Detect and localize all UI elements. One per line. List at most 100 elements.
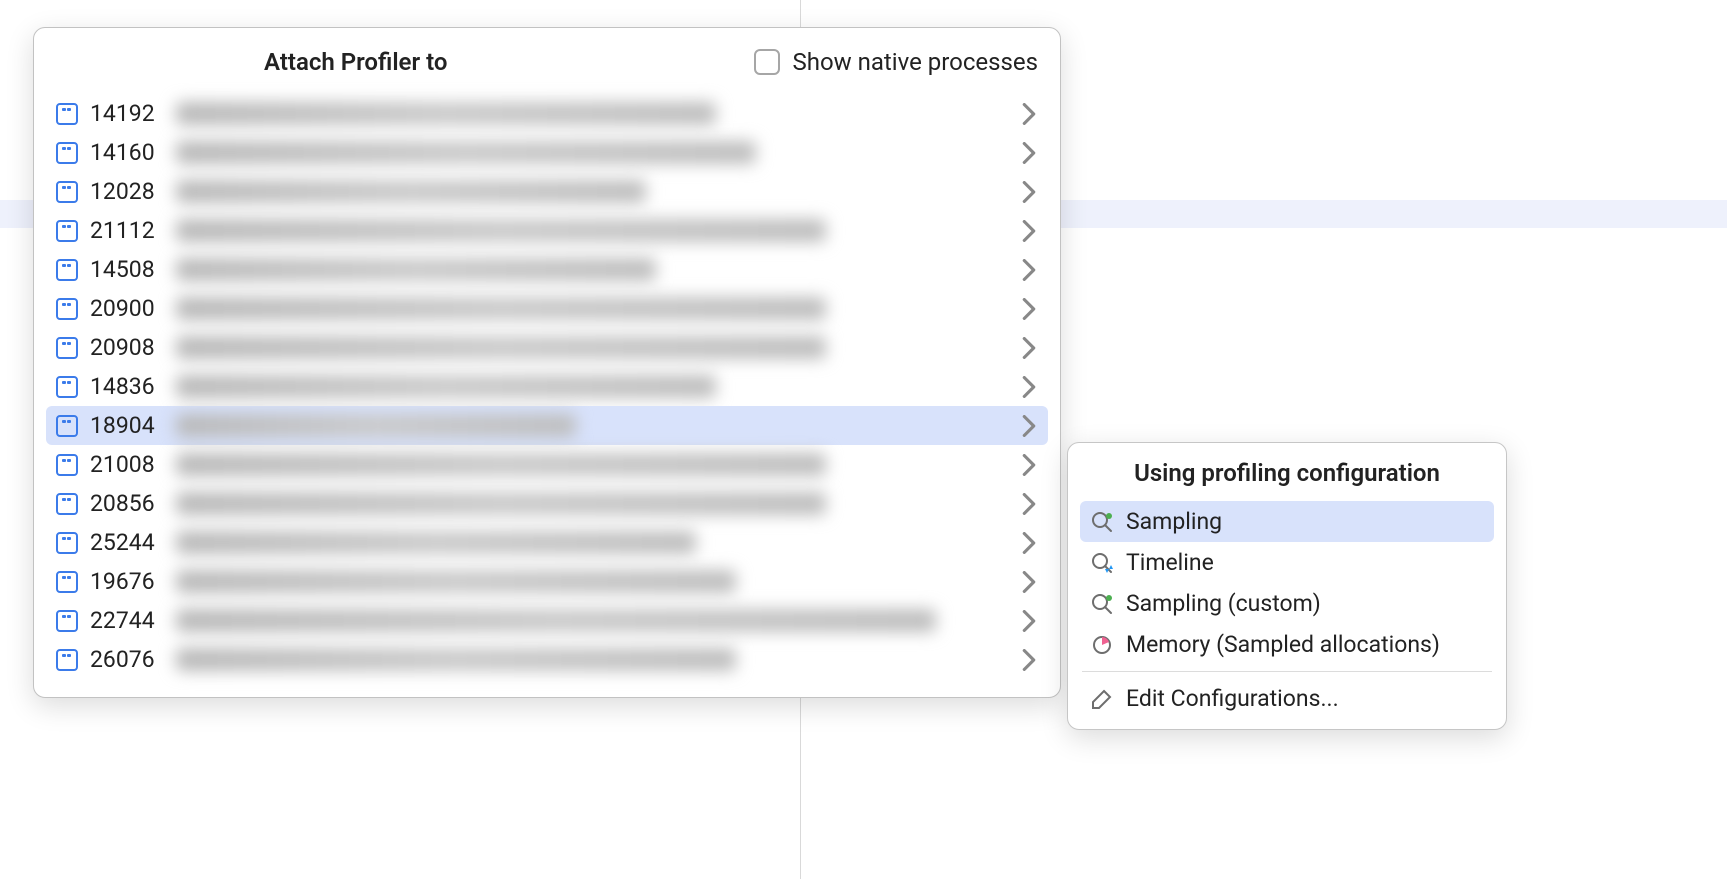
process-name-blurred xyxy=(176,102,716,125)
chevron-right-icon xyxy=(1022,220,1036,242)
process-name-blurred xyxy=(176,258,656,281)
process-name-blurred xyxy=(176,141,756,164)
process-pid: 21008 xyxy=(90,451,164,478)
process-name-blurred xyxy=(176,336,826,359)
process-pid: 14508 xyxy=(90,256,164,283)
process-row[interactable]: 12028 xyxy=(46,172,1048,211)
process-row[interactable]: 21008 xyxy=(46,445,1048,484)
chevron-right-icon xyxy=(1022,103,1036,125)
memory-icon xyxy=(1090,633,1114,657)
chevron-right-icon xyxy=(1022,376,1036,398)
process-pid: 19676 xyxy=(90,568,164,595)
process-pid: 12028 xyxy=(90,178,164,205)
process-pid: 18904 xyxy=(90,412,164,439)
process-row[interactable]: 26076 xyxy=(46,640,1048,679)
chevron-right-icon xyxy=(1022,493,1036,515)
config-option-sampling[interactable]: Sampling xyxy=(1080,501,1494,542)
process-row[interactable]: 20856 xyxy=(46,484,1048,523)
process-icon xyxy=(56,571,78,593)
config-option-label: Timeline xyxy=(1126,549,1214,576)
pencil-icon xyxy=(1090,687,1114,711)
process-name-blurred xyxy=(176,219,826,242)
process-pid: 21112 xyxy=(90,217,164,244)
config-option-memory-sampled-allocations-[interactable]: Memory (Sampled allocations) xyxy=(1080,624,1494,665)
popup-title: Attach Profiler to xyxy=(264,48,447,76)
process-row[interactable]: 19676 xyxy=(46,562,1048,601)
process-row[interactable]: 14192 xyxy=(46,94,1048,133)
show-native-checkbox[interactable]: Show native processes xyxy=(754,48,1038,76)
process-name-blurred xyxy=(176,531,696,554)
process-row[interactable]: 18904 xyxy=(46,406,1048,445)
process-pid: 26076 xyxy=(90,646,164,673)
process-name-blurred xyxy=(176,570,736,593)
process-row[interactable]: 14836 xyxy=(46,367,1048,406)
config-popup-title: Using profiling configuration xyxy=(1068,459,1506,501)
config-option-label: Memory (Sampled allocations) xyxy=(1126,631,1440,658)
process-pid: 20856 xyxy=(90,490,164,517)
process-icon xyxy=(56,376,78,398)
process-name-blurred xyxy=(176,297,826,320)
process-icon xyxy=(56,649,78,671)
process-icon xyxy=(56,181,78,203)
process-row[interactable]: 20908 xyxy=(46,328,1048,367)
chevron-right-icon xyxy=(1022,415,1036,437)
process-icon xyxy=(56,220,78,242)
process-pid: 14836 xyxy=(90,373,164,400)
process-icon xyxy=(56,142,78,164)
process-pid: 20900 xyxy=(90,295,164,322)
sampling-icon xyxy=(1090,592,1114,616)
process-pid: 22744 xyxy=(90,607,164,634)
config-option-label: Sampling xyxy=(1126,508,1222,535)
process-list: 14192 14160 12028 21112 14508 20900 20908 14836… xyxy=(34,90,1060,679)
checkbox-icon xyxy=(754,49,780,75)
process-pid: 14160 xyxy=(90,139,164,166)
process-icon xyxy=(56,103,78,125)
process-row[interactable]: 14508 xyxy=(46,250,1048,289)
config-option-timeline[interactable]: Timeline xyxy=(1080,542,1494,583)
process-pid: 14192 xyxy=(90,100,164,127)
process-name-blurred xyxy=(176,414,576,437)
process-row[interactable]: 14160 xyxy=(46,133,1048,172)
process-row[interactable]: 21112 xyxy=(46,211,1048,250)
config-footer: Edit Configurations... xyxy=(1068,678,1506,719)
sampling-icon xyxy=(1090,510,1114,534)
process-icon xyxy=(56,493,78,515)
edit-configurations-label: Edit Configurations... xyxy=(1126,685,1339,712)
process-name-blurred xyxy=(176,453,826,476)
chevron-right-icon xyxy=(1022,571,1036,593)
process-name-blurred xyxy=(176,648,736,671)
popup-header: Attach Profiler to Show native processes xyxy=(34,48,1060,90)
chevron-right-icon xyxy=(1022,649,1036,671)
process-icon xyxy=(56,298,78,320)
process-pid: 25244 xyxy=(90,529,164,556)
process-name-blurred xyxy=(176,609,936,632)
show-native-label: Show native processes xyxy=(792,48,1038,76)
timeline-icon xyxy=(1090,551,1114,575)
chevron-right-icon xyxy=(1022,259,1036,281)
chevron-right-icon xyxy=(1022,610,1036,632)
chevron-right-icon xyxy=(1022,181,1036,203)
process-row[interactable]: 25244 xyxy=(46,523,1048,562)
process-icon xyxy=(56,259,78,281)
chevron-right-icon xyxy=(1022,454,1036,476)
config-option-label: Sampling (custom) xyxy=(1126,590,1321,617)
process-icon xyxy=(56,337,78,359)
process-icon xyxy=(56,610,78,632)
attach-profiler-popup: Attach Profiler to Show native processes… xyxy=(33,27,1061,698)
config-option-list: Sampling Timeline Sampling (custom) Memory … xyxy=(1068,501,1506,665)
process-name-blurred xyxy=(176,492,826,515)
edit-configurations-item[interactable]: Edit Configurations... xyxy=(1080,678,1494,719)
divider xyxy=(1082,671,1492,672)
process-icon xyxy=(56,415,78,437)
chevron-right-icon xyxy=(1022,532,1036,554)
process-pid: 20908 xyxy=(90,334,164,361)
chevron-right-icon xyxy=(1022,142,1036,164)
process-icon xyxy=(56,454,78,476)
chevron-right-icon xyxy=(1022,298,1036,320)
config-option-sampling-custom-[interactable]: Sampling (custom) xyxy=(1080,583,1494,624)
process-icon xyxy=(56,532,78,554)
chevron-right-icon xyxy=(1022,337,1036,359)
profiling-config-popup: Using profiling configuration Sampling Ti… xyxy=(1067,442,1507,730)
process-row[interactable]: 20900 xyxy=(46,289,1048,328)
process-row[interactable]: 22744 xyxy=(46,601,1048,640)
